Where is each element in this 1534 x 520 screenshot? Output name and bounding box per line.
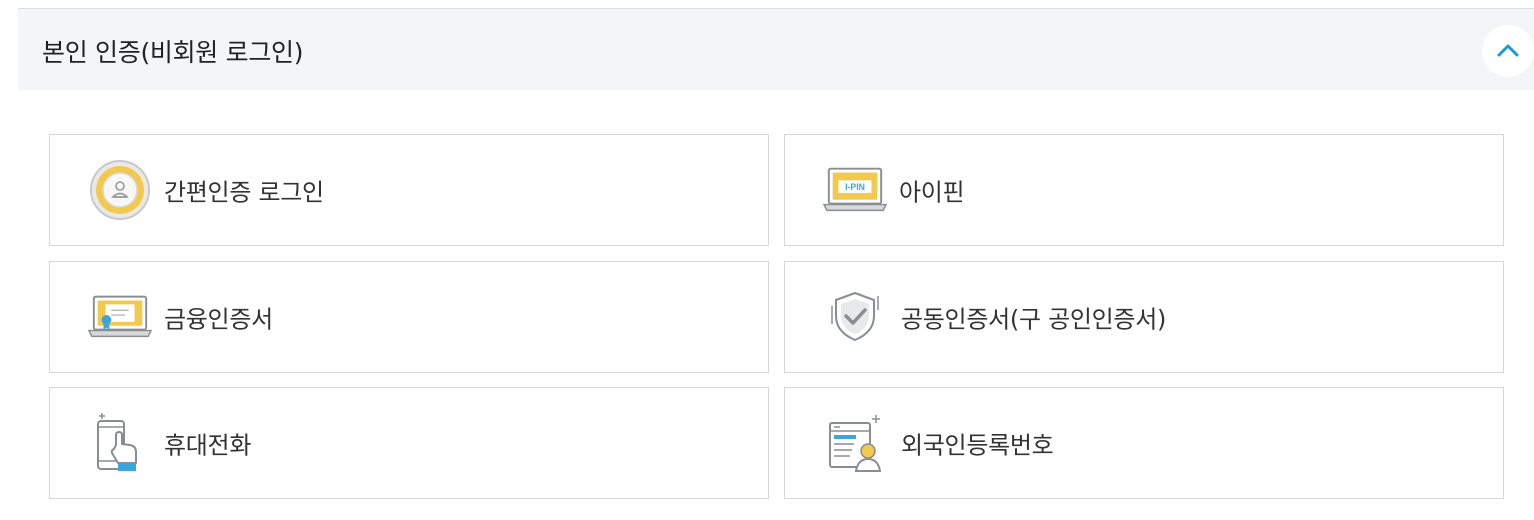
auth-section-header[interactable]: 본인 인증(비회원 로그인)	[18, 8, 1534, 90]
auth-option-label: 공동인증서(구 공인인증서)	[901, 305, 1167, 334]
collapse-button[interactable]	[1482, 25, 1534, 77]
auth-option-joint-certificate[interactable]: 공동인증서(구 공인인증서)	[784, 261, 1504, 373]
auth-option-label: 휴대전화	[164, 431, 252, 460]
foreigner-registration-icon	[823, 411, 887, 475]
auth-option-mobile-phone[interactable]: 휴대전화	[49, 387, 769, 499]
auth-option-label: 아이핀	[899, 178, 965, 207]
auth-option-simple-login[interactable]: 간편인증 로그인	[49, 134, 769, 246]
auth-option-foreigner-registration[interactable]: 외국인등록번호	[784, 387, 1504, 499]
mobile-phone-icon	[88, 411, 152, 475]
auth-option-label: 간편인증 로그인	[164, 178, 324, 207]
auth-option-label: 외국인등록번호	[901, 431, 1054, 460]
auth-option-label: 금융인증서	[164, 305, 273, 334]
ipin-icon: I-PIN	[823, 158, 887, 222]
simple-auth-icon	[88, 158, 152, 222]
chevron-up-icon	[1497, 42, 1519, 61]
auth-option-financial-certificate[interactable]: 금융인증서	[49, 261, 769, 373]
auth-option-ipin[interactable]: I-PIN 아이핀	[784, 134, 1504, 246]
svg-text:I-PIN: I-PIN	[845, 182, 865, 192]
joint-certificate-shield-icon	[823, 285, 887, 349]
section-title: 본인 인증(비회원 로그인)	[42, 38, 304, 67]
financial-certificate-icon	[88, 285, 152, 349]
